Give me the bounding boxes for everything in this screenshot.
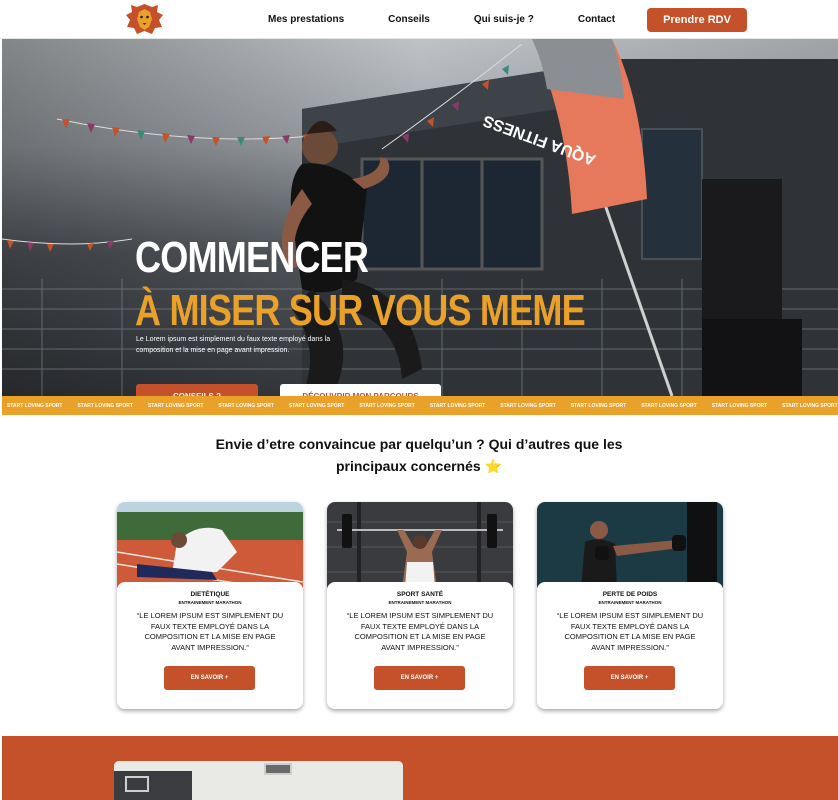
ticker-item: START LOVING SPORT	[429, 402, 486, 409]
marquee-ticker: START LOVING SPORT START LOVING SPORT STAR…	[2, 396, 838, 415]
ticker-item: START LOVING SPORT	[782, 402, 838, 409]
hero-title-line2: À MISER SUR VOUS MEME	[135, 286, 586, 335]
prendre-rdv-button[interactable]: Prendre RDV	[647, 8, 747, 32]
nav-links: Mes prestations Conseils Qui suis-je ? C…	[268, 0, 615, 39]
lion-head-logo[interactable]	[122, 2, 167, 36]
en-savoir-plus-button[interactable]: EN SAVOIR +	[584, 666, 675, 690]
en-savoir-plus-button[interactable]: EN SAVOIR +	[164, 666, 255, 690]
card-dietetique: DIETÉTIQUE ENTRAINEMENT MARATHON “LE LOR…	[117, 502, 303, 709]
section-headline: Envie d’etre convaincue par quelqu’un ? …	[150, 433, 688, 477]
decouvrir-parcours-button[interactable]: DÉCOUVRIR MON PARCOURS	[280, 384, 441, 396]
card-photo-runner-stretching	[117, 502, 303, 588]
card-body: DIETÉTIQUE ENTRAINEMENT MARATHON “LE LOR…	[117, 582, 303, 709]
nav-link-contact[interactable]: Contact	[578, 14, 615, 25]
headline-line1: Envie d’etre convaincue par quelqu’un ? …	[215, 436, 623, 452]
card-title: PERTE DE POIDS	[602, 591, 658, 598]
section-photo	[114, 761, 403, 800]
ticker-item: START LOVING SPORT	[147, 402, 204, 409]
card-sport-sante: SPORT SANTÉ ENTRAINEMENT MARATHON “LE LO…	[327, 502, 513, 709]
headline-line2: principaux concernés	[335, 458, 481, 474]
card-title: DIETÉTIQUE	[190, 591, 230, 598]
ticker-item: START LOVING SPORT	[288, 402, 345, 409]
ticker-item: START LOVING SPORT	[641, 402, 697, 409]
ticker-item: START LOVING SPORT	[500, 402, 556, 409]
card-title: SPORT SANTÉ	[396, 591, 444, 598]
hero-banner: AQUA FITNESS COMMENCER À MISER SUR VOUS …	[2, 39, 838, 396]
top-navbar: Mes prestations Conseils Qui suis-je ? C…	[0, 0, 838, 39]
card-body: SPORT SANTÉ ENTRAINEMENT MARATHON “LE LO…	[327, 582, 513, 709]
ticker-item: START LOVING SPORT	[218, 402, 274, 409]
card-subtitle: ENTRAINEMENT MARATHON	[178, 600, 242, 605]
card-quote: “LE LOREM IPSUM EST SIMPLEMENT DU FAUX T…	[556, 611, 704, 652]
headline-line2-wrap: principaux concernés ⭐	[150, 455, 688, 477]
nav-link-conseils[interactable]: Conseils	[388, 14, 430, 25]
nav-link-prestations[interactable]: Mes prestations	[268, 14, 344, 25]
card-photo-boxing	[537, 502, 723, 588]
card-subtitle: ENTRAINEMENT MARATHON	[598, 600, 662, 605]
en-savoir-plus-button[interactable]: EN SAVOIR +	[374, 666, 465, 690]
hero-photo: AQUA FITNESS	[2, 39, 838, 396]
nav-link-qui-suis-je[interactable]: Qui suis-je ?	[474, 14, 534, 25]
ticker-item: START LOVING SPORT	[359, 402, 415, 409]
hero-title-line1: COMMENCER	[135, 233, 369, 282]
ticker-item: START LOVING SPORT	[77, 402, 133, 409]
card-quote: “LE LOREM IPSUM EST SIMPLEMENT DU FAUX T…	[346, 611, 494, 652]
card-quote: “LE LOREM IPSUM EST SIMPLEMENT DU FAUX T…	[136, 611, 284, 652]
card-subtitle: ENTRAINEMENT MARATHON	[388, 600, 452, 605]
conseils-button[interactable]: CONSEILS ?	[136, 384, 258, 396]
ticker-item: START LOVING SPORT	[711, 402, 768, 409]
card-perte-de-poids: PERTE DE POIDS ENTRAINEMENT MARATHON “LE…	[537, 502, 723, 709]
ticker-item: START LOVING SPORT	[570, 402, 627, 409]
card-body: PERTE DE POIDS ENTRAINEMENT MARATHON “LE…	[537, 582, 723, 709]
gym-building-photo	[114, 761, 403, 800]
star-icon: ⭐	[484, 458, 503, 474]
card-photo-woman-barbell	[327, 502, 513, 588]
hero-description: Le Lorem ipsum est simplement du faux te…	[136, 336, 331, 354]
ticker-item: START LOVING SPORT	[7, 402, 63, 409]
